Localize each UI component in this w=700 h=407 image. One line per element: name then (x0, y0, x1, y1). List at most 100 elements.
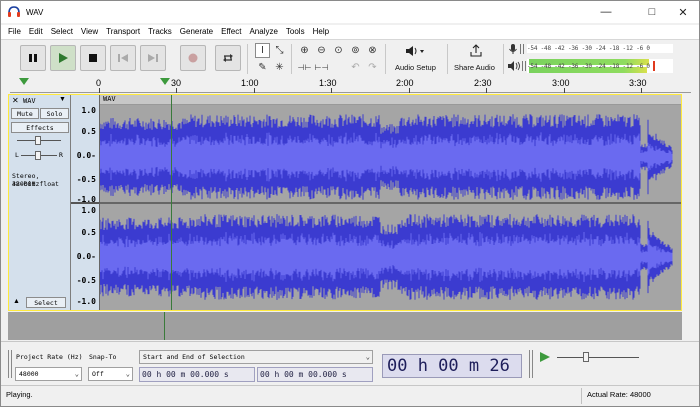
ruler-tick (641, 88, 642, 93)
ruler-label: 3:00 (552, 78, 570, 88)
playhead-marker-icon (160, 78, 170, 85)
toolbar-separator (385, 44, 386, 74)
audio-position-display[interactable]: 00 h 00 m 26 s (382, 354, 522, 378)
envelope-icon: ⤡ (275, 45, 284, 56)
play-region-start-icon (19, 78, 29, 85)
menu-tracks[interactable]: Tracks (144, 25, 176, 39)
track-name[interactable]: WAV (23, 97, 36, 105)
zoom-in-button[interactable]: ⊕ (297, 43, 312, 58)
record-icon (188, 53, 198, 63)
selection-end-time[interactable]: 00 h 00 m 00.000 s (257, 367, 373, 382)
envelope-tool[interactable]: ⤡ (272, 43, 287, 58)
effects-button[interactable]: Effects (11, 122, 69, 133)
pan-slider-thumb[interactable] (35, 151, 41, 160)
select-track-button[interactable]: Select (26, 297, 66, 308)
multi-tool[interactable]: ✳ (272, 60, 287, 75)
draw-tool[interactable]: ✎ (255, 60, 270, 75)
share-audio-button[interactable]: Share Audio (452, 43, 500, 75)
selection-tool[interactable]: I (255, 43, 270, 58)
silence-icon: ⊢⊣ (314, 63, 329, 72)
record-button[interactable] (180, 45, 206, 71)
zoom-toggle-button[interactable]: ⊗ (365, 43, 380, 58)
play-speed-slider-thumb[interactable] (583, 352, 589, 362)
menu-file[interactable]: File (1, 25, 25, 39)
mute-button[interactable]: Mute (11, 108, 39, 119)
timeline-ruler[interactable]: 0 30 1:00 1:30 2:00 2:30 3:00 3:30 (10, 77, 691, 93)
audacity-app-icon (8, 6, 20, 17)
track-close-icon[interactable]: ✕ (12, 96, 19, 105)
menu-view[interactable]: View (77, 25, 102, 39)
play-at-speed-icon[interactable] (539, 351, 551, 363)
toolbar-grip[interactable] (529, 350, 533, 378)
loop-button[interactable] (215, 45, 241, 71)
close-button[interactable]: ✕ (663, 1, 700, 23)
ruler-label: 3:30 (629, 78, 647, 88)
fit-selection-button[interactable]: ⊙ (331, 43, 346, 58)
fit-project-button[interactable]: ⊚ (348, 43, 363, 58)
pause-button[interactable] (20, 45, 46, 71)
vertical-scale-right-channel[interactable]: 1.0 0.5 0.0- -0.5 -1.0 (71, 202, 100, 310)
audio-setup-button[interactable]: Audio Setup (391, 43, 443, 75)
skip-to-end-button[interactable] (140, 45, 166, 71)
loop-icon (223, 54, 233, 62)
menu-transport[interactable]: Transport (102, 25, 144, 39)
minimize-button[interactable]: — (586, 1, 626, 23)
undo-button[interactable]: ↶ (348, 60, 363, 75)
gain-slider-thumb[interactable] (35, 136, 41, 145)
playback-speaker-icon (508, 61, 520, 71)
playback-meter[interactable]: -54 -48 -42 -36 -30 -24 -18 -12 -6 0 (527, 59, 673, 73)
scale-label: 1.0 (81, 206, 96, 215)
zoom-out-button[interactable]: ⊖ (314, 43, 329, 58)
vertical-scale-left-channel[interactable]: 1.0 0.5 0.0- -0.5 -1.0 (71, 95, 100, 204)
empty-track-space[interactable] (8, 312, 682, 340)
toolbar-separator (447, 44, 448, 74)
toolbar-grip[interactable] (8, 350, 12, 378)
toolbar-separator (291, 44, 292, 74)
stop-button[interactable] (80, 45, 106, 71)
menu-tools[interactable]: Tools (282, 25, 309, 39)
track-control-panel: ✕ WAV ▼ Mute Solo Effects L R Stereo, 48… (9, 95, 71, 310)
record-meter[interactable]: -54 -48 -42 -36 -30 -24 -18 -12 -6 0 (527, 44, 673, 53)
playhead-line (171, 95, 172, 310)
pause-icon (29, 54, 37, 62)
trim-button[interactable]: ⊣⊢ (297, 60, 312, 75)
menu-effect[interactable]: Effect (217, 25, 245, 39)
solo-button[interactable]: Solo (40, 108, 69, 119)
ruler-label: 30 (171, 78, 182, 88)
skip-to-start-button[interactable] (110, 45, 136, 71)
play-button[interactable] (50, 45, 76, 71)
zoom-in-icon: ⊕ (300, 45, 309, 56)
ruler-label: 1:30 (319, 78, 337, 88)
ruler-tick (176, 88, 177, 93)
audio-setup-label: Audio Setup (395, 63, 436, 72)
collapse-arrow-icon[interactable]: ▲ (13, 298, 20, 305)
menu-select[interactable]: Select (47, 25, 77, 39)
waveform-clip[interactable]: WAV (100, 95, 681, 310)
track-format-bits: 32-bit float (12, 180, 59, 188)
dropdown-arrow-icon: ⌄ (125, 370, 130, 378)
playback-meter-grip[interactable] (522, 61, 526, 71)
waveform-display[interactable] (100, 95, 681, 310)
snap-to-select[interactable]: Off ⌄ (88, 367, 133, 381)
menu-help[interactable]: Help (309, 25, 333, 39)
zoom-fit-icon: ⊚ (351, 45, 360, 56)
record-meter-grip[interactable] (520, 44, 524, 54)
ruler-tick (564, 88, 565, 93)
ruler-tick (254, 88, 255, 93)
silence-button[interactable]: ⊢⊣ (314, 60, 329, 75)
selection-mode-select[interactable]: Start and End of Selection ⌄ (139, 350, 373, 364)
redo-button[interactable]: ↷ (365, 60, 380, 75)
project-rate-label: Project Rate (Hz) (16, 353, 83, 361)
menu-bar: File Edit Select View Transport Tracks G… (1, 25, 699, 39)
project-rate-select[interactable]: 48000 ⌄ (15, 367, 82, 381)
zoom-out-icon: ⊖ (317, 45, 326, 56)
menu-analyze[interactable]: Analyze (245, 25, 281, 39)
dropdown-arrow-icon: ⌄ (365, 353, 370, 361)
menu-edit[interactable]: Edit (25, 25, 47, 39)
menu-generate[interactable]: Generate (176, 25, 217, 39)
selection-start-time[interactable]: 00 h 00 m 00.000 s (139, 367, 255, 382)
track-menu-arrow-icon[interactable]: ▼ (59, 96, 66, 103)
title-bar: WAV — □ ✕ (1, 1, 699, 23)
scale-label: 1.0 (81, 106, 96, 115)
dropdown-arrow-icon: ⌄ (74, 370, 79, 378)
